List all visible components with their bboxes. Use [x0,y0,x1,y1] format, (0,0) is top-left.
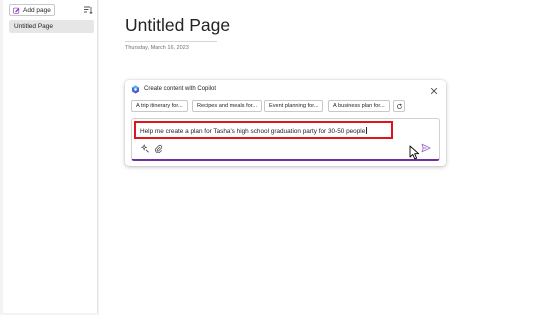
page-title[interactable]: Untitled Page [125,15,230,36]
add-page-icon [13,7,20,14]
close-icon[interactable] [430,87,438,95]
sidebar-item-label: Untitled Page [14,23,54,30]
send-icon[interactable] [421,143,431,153]
page-date: Thursday, March 16, 2023 [125,45,189,51]
sidebar: Add page Untitled Page [3,0,98,313]
sparkle-icon[interactable] [141,144,150,153]
attach-icon[interactable] [154,144,163,153]
title-divider [125,41,217,42]
prompt-highlight-box [134,121,393,139]
mouse-cursor-icon [409,145,420,160]
chip-recipes-meals[interactable]: Recipes and meals for... [192,100,263,112]
sidebar-item-untitled-page[interactable]: Untitled Page [9,20,94,33]
chip-business-plan[interactable]: A business plan for... [328,100,390,112]
add-page-button[interactable]: Add page [9,4,55,16]
refresh-icon [396,103,402,109]
page-canvas: Untitled Page Thursday, March 16, 2023 C… [99,0,560,315]
copilot-header: Create content with Copilot [144,86,217,92]
sort-icon[interactable] [83,5,93,15]
chip-event-planning[interactable]: Event planning for... [264,100,324,112]
add-page-label: Add page [23,6,51,14]
chip-trip-itinerary[interactable]: A trip itinerary for... [131,100,188,112]
refresh-suggestions-button[interactable] [393,100,405,112]
copilot-logo-icon [131,85,140,94]
